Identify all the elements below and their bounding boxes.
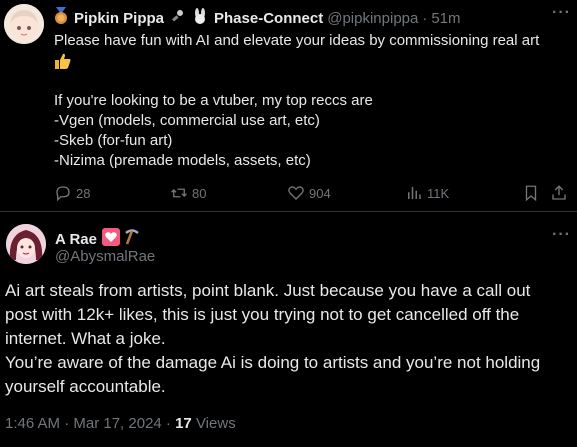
text-line: Ai art steals from artists, point blank.… <box>5 281 531 300</box>
author-line: A Rae <box>55 228 141 250</box>
tweet-timestamp[interactable]: 1:46 AM · Mar 17, 2024 · <box>5 415 175 432</box>
author-name[interactable]: A Rae <box>55 231 97 248</box>
repost-button[interactable]: 80 <box>170 182 206 204</box>
bookmark-icon <box>525 185 537 202</box>
like-count: 904 <box>309 185 331 201</box>
text-line: -Skeb (for-fun art) <box>54 132 173 149</box>
author-handle[interactable]: @pipkinpippa <box>327 10 418 27</box>
avatar[interactable] <box>6 224 46 264</box>
tweet-text: Please have fun with AI and elevate your… <box>54 31 569 171</box>
more-options-button[interactable]: ··· <box>552 4 571 22</box>
avatar[interactable] <box>4 4 44 44</box>
like-icon <box>288 186 304 200</box>
author-name-suffix[interactable]: Phase-Connect <box>214 10 323 27</box>
medal-icon <box>54 7 68 29</box>
text-line: yourself accountable. <box>5 377 166 396</box>
repost-icon <box>171 188 187 198</box>
text-line: internet. What a joke. <box>5 329 166 348</box>
views-count: 17 <box>175 415 192 432</box>
text-line <box>54 71 569 91</box>
text-line: -Nizima (premade models, assets, etc) <box>54 152 311 169</box>
tweet-header: Pipkin Pippa Phase-Connect @pipkinpippa … <box>54 7 461 29</box>
reply-icon <box>56 186 70 202</box>
tweet-time[interactable]: 51m <box>431 10 460 27</box>
text-line: Please have fun with AI and elevate your… <box>54 32 540 49</box>
separator: · <box>422 9 428 27</box>
tweet-meta: 1:46 AM · Mar 17, 2024 · 17 Views <box>5 415 236 432</box>
tweet-text: Ai art steals from artists, point blank.… <box>5 279 570 399</box>
views-label: Views <box>191 415 236 432</box>
heart-emoji-icon <box>101 228 120 250</box>
reply-count: 28 <box>76 185 91 201</box>
thumbs-up-icon <box>54 51 569 71</box>
views-button[interactable]: 11K <box>405 182 449 204</box>
rabbit-icon <box>192 8 208 28</box>
quoted-tweet[interactable]: Pipkin Pippa Phase-Connect @pipkinpippa … <box>0 0 577 212</box>
microphone-icon <box>170 8 186 28</box>
pickaxe-icon <box>123 228 141 250</box>
text-line: You’re aware of the damage Ai is doing t… <box>5 353 541 372</box>
avatar-image <box>4 4 44 44</box>
bookmark-button[interactable] <box>522 182 540 204</box>
author-name[interactable]: Pipkin Pippa <box>74 10 164 27</box>
share-icon <box>552 185 566 200</box>
more-options-button[interactable]: ··· <box>552 226 571 244</box>
reply-button[interactable]: 28 <box>54 182 90 204</box>
text-line: post with 12k+ likes, this is just you t… <box>5 305 520 324</box>
author-handle[interactable]: @AbysmalRae <box>55 248 155 265</box>
text-line: -Vgen (models, commercial use art, etc) <box>54 112 320 129</box>
views-count: 11K <box>427 185 450 201</box>
share-button[interactable] <box>550 182 568 204</box>
like-button[interactable]: 904 <box>287 182 331 204</box>
views-icon <box>408 187 421 199</box>
text-line: If you're looking to be a vtuber, my top… <box>54 92 373 109</box>
tweet-actions: 28 80 904 11K <box>54 182 569 204</box>
repost-count: 80 <box>192 185 207 201</box>
avatar-image <box>6 224 46 264</box>
